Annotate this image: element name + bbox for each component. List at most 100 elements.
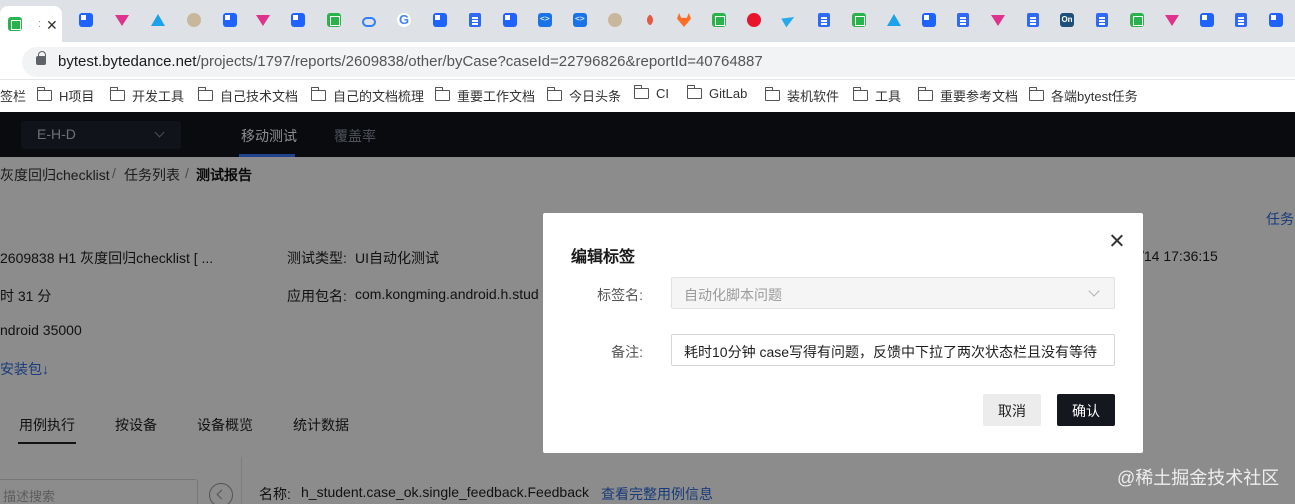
gitlab-favicon-icon: [677, 13, 691, 27]
browser-tab[interactable]: [1092, 10, 1112, 30]
bookmark-folder[interactable]: 各端bytest任务: [1028, 86, 1138, 105]
v-favicon-icon: [256, 13, 270, 27]
browser-tab-active[interactable]: : ✕: [0, 6, 62, 42]
bookmark-folder[interactable]: CI: [633, 85, 669, 101]
browser-tab[interactable]: [919, 10, 939, 30]
browser-tab[interactable]: [465, 10, 485, 30]
browser-tab[interactable]: [112, 10, 132, 30]
note-label: 备注:: [611, 344, 643, 360]
edit-tag-dialog: 编辑标签 标签名: 自动化脚本问题 备注: 耗时10分钟 case写得有问题，反…: [543, 213, 1143, 453]
folder-icon: [764, 87, 780, 101]
code-favicon-icon: [538, 13, 552, 27]
browser-tab[interactable]: [430, 10, 450, 30]
watermark-text: @稀土掘金技术社区: [1117, 468, 1280, 488]
tab-title-text: :: [38, 18, 42, 30]
bookmark-item[interactable]: 签栏: [0, 86, 26, 105]
bookmark-label: 工具: [875, 89, 902, 104]
triangle-favicon-icon: [151, 13, 165, 27]
browser-tab[interactable]: [76, 10, 96, 30]
folder-icon: [917, 87, 933, 101]
doc-favicon-icon: [957, 13, 969, 27]
browser-toolbar: bytest.bytedance.net/projects/1797/repor…: [0, 42, 1295, 80]
bytest-favicon-icon: [503, 13, 517, 27]
v-favicon-icon: [1165, 13, 1179, 27]
sheet-favicon-icon: [852, 13, 866, 27]
note-input[interactable]: 耗时10分钟 case写得有问题，反馈中下拉了两次状态栏且没有等待: [671, 334, 1115, 366]
bookmark-folder[interactable]: 开发工具: [109, 86, 184, 105]
address-bar[interactable]: bytest.bytedance.net/projects/1797/repor…: [22, 47, 1295, 77]
bookmark-label: 签栏: [0, 89, 27, 104]
browser-tab[interactable]: [1266, 10, 1286, 30]
browser-tab[interactable]: [605, 10, 625, 30]
bookmark-folder[interactable]: 装机软件: [764, 86, 839, 105]
code-favicon-icon: [573, 13, 587, 27]
browser-tab[interactable]: [570, 10, 590, 30]
bookmark-folder[interactable]: GitLab: [686, 85, 747, 101]
tag-name-label: 标签名:: [597, 287, 643, 303]
folder-icon: [546, 87, 562, 101]
folder-icon: [1028, 87, 1044, 101]
avatar-favicon-icon: [187, 13, 201, 27]
sheet-favicon-icon: [8, 17, 22, 31]
browser-tab[interactable]: [1197, 10, 1217, 30]
browser-tab[interactable]: [184, 10, 204, 30]
close-tab-icon[interactable]: ✕: [46, 17, 58, 34]
lock-icon: [36, 51, 46, 65]
bookmark-folder[interactable]: 工具: [852, 86, 902, 105]
browser-tab[interactable]: [779, 10, 799, 30]
close-icon[interactable]: [1108, 232, 1126, 250]
browser-tab[interactable]: [500, 10, 520, 30]
browser-tab[interactable]: [1023, 10, 1043, 30]
rocket-favicon-icon: [643, 13, 657, 27]
browser-tab[interactable]: [1162, 10, 1182, 30]
browser-tab[interactable]: [1127, 10, 1147, 30]
folder-icon: [852, 87, 868, 101]
bookmark-folder[interactable]: 自己技术文档: [197, 86, 298, 105]
send-favicon-icon: [782, 13, 796, 27]
folder-icon: [434, 87, 450, 101]
bytest-favicon-icon: [223, 13, 237, 27]
browser-tab[interactable]: [953, 10, 973, 30]
browser-tab[interactable]: [148, 10, 168, 30]
folder-icon: [109, 87, 125, 101]
browser-tab[interactable]: [324, 10, 344, 30]
browser-tab[interactable]: [288, 10, 308, 30]
browser-tab[interactable]: [1231, 10, 1251, 30]
cancel-button[interactable]: 取消: [983, 394, 1041, 426]
bookmark-folder[interactable]: 今日头条: [546, 86, 622, 105]
doc-favicon-icon: [469, 13, 481, 27]
google-favicon-icon: G: [397, 12, 411, 27]
bookmark-label: 自己的文档梳理: [333, 89, 425, 104]
on-favicon-icon: On: [1060, 13, 1074, 27]
bookmark-folder[interactable]: 自己的文档梳理: [310, 86, 425, 105]
bookmark-label: H项目: [59, 89, 95, 104]
browser-tab[interactable]: [988, 10, 1008, 30]
folder-icon: [686, 85, 702, 99]
browser-tab[interactable]: [535, 10, 555, 30]
folder-icon: [197, 87, 213, 101]
bytest-favicon-icon: [79, 13, 93, 27]
bookmark-folder[interactable]: 重要工作文档: [434, 86, 535, 105]
browser-tab[interactable]: [253, 10, 273, 30]
browser-tab[interactable]: [884, 10, 904, 30]
tag-name-select[interactable]: 自动化脚本问题: [671, 277, 1115, 309]
browser-tab[interactable]: G: [394, 10, 414, 30]
triangle-favicon-icon: [887, 13, 901, 27]
browser-tab[interactable]: [709, 10, 729, 30]
browser-tab[interactable]: [220, 10, 240, 30]
url-text[interactable]: bytest.bytedance.net/projects/1797/repor…: [58, 53, 763, 70]
browser-tab[interactable]: On: [1057, 10, 1077, 30]
bookmark-label: 今日头条: [569, 89, 622, 104]
bookmark-folder[interactable]: 重要参考文档: [917, 86, 1018, 105]
browser-tab[interactable]: [640, 10, 660, 30]
browser-tab[interactable]: [359, 10, 379, 30]
browser-tab[interactable]: [674, 10, 694, 30]
bookmark-folder[interactable]: H项目: [36, 86, 95, 105]
browser-tab[interactable]: [849, 10, 869, 30]
browser-tab-strip: : ✕ G On: [0, 0, 1295, 42]
browser-tab[interactable]: [814, 10, 834, 30]
dialog-title: 编辑标签: [571, 249, 636, 266]
confirm-button[interactable]: 确认: [1057, 394, 1115, 426]
bookmarks-bar: 签栏 H项目 开发工具 自己技术文档 自己的文档梳理 重要工作文档 今日头条 C…: [0, 80, 1295, 112]
browser-tab[interactable]: [744, 10, 764, 30]
